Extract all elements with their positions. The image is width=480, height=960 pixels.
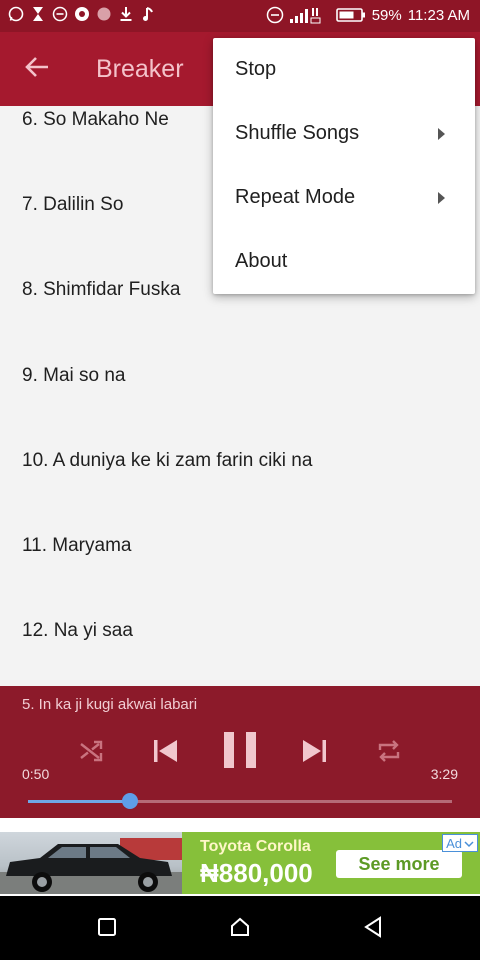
signal-icon	[289, 6, 330, 24]
menu-item-stop[interactable]: Stop	[213, 38, 475, 102]
chevron-down-icon	[464, 836, 474, 851]
skip-next-icon	[301, 738, 329, 769]
seek-bar-progress	[28, 800, 130, 803]
music-note-icon	[140, 6, 156, 22]
ad-car-image[interactable]	[0, 832, 182, 894]
ad-title: Toyota Corolla	[200, 838, 311, 855]
record-dot-icon	[96, 6, 112, 22]
back-button[interactable]	[20, 54, 54, 84]
hourglass-icon	[30, 6, 46, 22]
total-time: 3:29	[430, 766, 458, 782]
pause-button[interactable]	[218, 730, 262, 774]
song-item[interactable]: 8. Shimfidar Fuska	[22, 279, 180, 301]
now-playing-title: 5. In ka ji kugi akwai labari	[22, 696, 198, 713]
seek-bar-thumb[interactable]	[121, 793, 138, 809]
song-item[interactable]: 12. Na yi saa	[22, 620, 133, 642]
menu-item-repeat-mode[interactable]: Repeat Mode	[213, 166, 475, 230]
home-icon	[229, 916, 251, 943]
overflow-menu: Stop Shuffle Songs Repeat Mode About	[213, 38, 475, 294]
song-item[interactable]: 9. Mai so na	[22, 365, 126, 387]
dnd-icon	[266, 6, 284, 24]
repeat-button[interactable]	[374, 738, 404, 768]
ad-price: ₦880,000	[200, 858, 313, 888]
next-button[interactable]	[298, 736, 332, 770]
menu-item-shuffle-songs[interactable]: Shuffle Songs	[213, 102, 475, 166]
current-time: 0:50	[22, 766, 50, 782]
player-panel: 5. In ka ji kugi akwai labari 0:50 3:29	[0, 686, 480, 818]
back-nav-button[interactable]	[358, 914, 388, 944]
ad-badge[interactable]: Ad	[442, 834, 478, 852]
recents-button[interactable]	[92, 914, 122, 944]
see-more-button[interactable]: See more	[336, 850, 462, 878]
shuffle-icon	[78, 739, 104, 768]
submenu-arrow-icon	[438, 192, 445, 204]
navigation-bar	[0, 896, 480, 960]
submenu-arrow-icon	[438, 128, 445, 140]
menu-item-label: Repeat Mode	[235, 186, 356, 208]
back-triangle-icon	[363, 915, 383, 943]
battery-percent: 59%	[371, 6, 402, 24]
status-bar: 59% 11:23 AM	[0, 0, 480, 32]
menu-item-about[interactable]: About	[213, 230, 475, 294]
ad-panel[interactable]: Toyota Corolla ₦880,000 See more	[182, 832, 480, 894]
song-item[interactable]: 6. So Makaho Ne	[22, 109, 169, 131]
recents-square-icon	[97, 917, 117, 942]
seek-bar[interactable]	[28, 793, 452, 809]
ad-badge-label: Ad	[446, 835, 462, 851]
notification-icons	[8, 6, 156, 22]
system-status: 59% 11:23 AM	[266, 6, 470, 24]
song-item[interactable]: 11. Maryama	[22, 535, 131, 557]
ad-banner[interactable]: Toyota Corolla ₦880,000 See more Ad	[0, 830, 480, 894]
minus-circle-icon	[52, 6, 68, 22]
previous-button[interactable]	[148, 736, 182, 770]
page-title: Breaker	[96, 55, 184, 83]
menu-item-label: Stop	[235, 58, 277, 80]
battery-icon	[335, 7, 366, 23]
shuffle-button[interactable]	[76, 738, 106, 768]
menu-item-label: About	[235, 250, 288, 272]
download-icon	[118, 6, 134, 22]
home-button[interactable]	[225, 914, 255, 944]
song-item[interactable]: 10. A duniya ke ki zam farin ciki na	[22, 450, 312, 472]
repeat-icon	[376, 739, 402, 768]
status-time: 11:23 AM	[407, 6, 470, 24]
whatsapp-icon	[8, 6, 24, 22]
skip-previous-icon	[151, 738, 179, 769]
arrow-left-icon	[24, 56, 50, 83]
chrome-icon	[74, 6, 90, 22]
song-item[interactable]: 7. Dalilin So	[22, 194, 123, 216]
menu-item-label: Shuffle Songs	[235, 122, 360, 144]
pause-icon	[223, 731, 257, 774]
